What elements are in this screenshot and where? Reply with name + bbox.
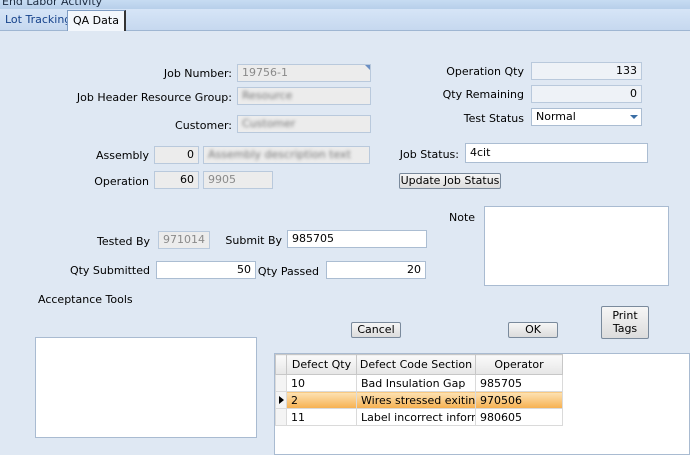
- job-number-value: 19756-1: [242, 66, 288, 79]
- cancel-button[interactable]: Cancel: [351, 322, 401, 338]
- operator-cell[interactable]: 980605: [475, 408, 563, 426]
- dropdown-corner-icon: [365, 65, 370, 70]
- defect-qty-cell[interactable]: 2: [286, 391, 357, 409]
- ok-button[interactable]: OK: [508, 322, 558, 338]
- operation-code-field: 9905: [203, 171, 273, 189]
- tested-by-label: Tested By: [97, 235, 150, 248]
- table-row[interactable]: 2 Wires stressed exiting 970506: [275, 391, 563, 409]
- qty-remaining-field: 0: [531, 85, 642, 103]
- assembly-description-value: Assembly description text: [208, 148, 351, 161]
- qty-passed-label: Qty Passed: [257, 265, 319, 278]
- qty-remaining-label: Qty Remaining: [442, 88, 524, 101]
- acceptance-tools-list[interactable]: [35, 337, 257, 438]
- column-header-defect-code-section[interactable]: Defect Code Section: [356, 354, 476, 375]
- tab-qa-data[interactable]: QA Data: [67, 10, 126, 31]
- job-status-input[interactable]: 4cit: [465, 143, 648, 163]
- test-status-label: Test Status: [463, 112, 524, 125]
- defect-code-cell[interactable]: Wires stressed exiting: [356, 391, 476, 409]
- row-selector-header: [275, 354, 287, 375]
- tested-by-field: 971014: [158, 231, 210, 249]
- customer-value: Customer: [242, 117, 296, 130]
- update-job-status-button[interactable]: Update Job Status: [399, 173, 501, 189]
- job-number-field[interactable]: 19756-1: [237, 64, 371, 82]
- defect-qty-cell[interactable]: 11: [286, 408, 357, 426]
- table-row[interactable]: 11 Label incorrect informati 980605: [275, 408, 563, 426]
- qty-submitted-input[interactable]: 50: [156, 261, 256, 279]
- test-status-value: Normal: [536, 110, 576, 123]
- operation-qty-label: Operation Qty: [446, 65, 524, 78]
- note-textarea[interactable]: [484, 206, 669, 286]
- job-header-resource-group-value: Resource: [242, 89, 293, 102]
- customer-label: Customer:: [175, 119, 232, 132]
- operation-qty-field: 133: [531, 62, 642, 80]
- table-row[interactable]: 10 Bad Insulation Gap 985705: [275, 374, 563, 392]
- job-number-label: Job Number:: [163, 67, 232, 80]
- operation-label: Operation: [94, 175, 149, 188]
- job-status-label: Job Status:: [399, 148, 459, 161]
- chevron-down-icon[interactable]: [630, 115, 638, 119]
- submit-by-input[interactable]: 985705: [287, 230, 427, 248]
- submit-by-label: Submit By: [225, 234, 282, 247]
- operation-seq-field: 60: [154, 171, 199, 189]
- row-selector[interactable]: [275, 374, 287, 392]
- job-header-resource-group-label: Job Header Resource Group:: [76, 91, 232, 104]
- row-selector[interactable]: [275, 408, 287, 426]
- print-tags-label-line2: Tags: [612, 322, 638, 335]
- operator-cell[interactable]: 970506: [475, 391, 563, 409]
- column-header-operator[interactable]: Operator: [475, 354, 563, 375]
- row-selector[interactable]: [275, 391, 287, 409]
- assembly-seq-field: 0: [154, 146, 199, 164]
- assembly-description-field: Assembly description text: [203, 146, 370, 164]
- column-header-defect-qty[interactable]: Defect Qty: [286, 354, 357, 375]
- tab-lot-tracking[interactable]: Lot Tracking: [0, 10, 78, 29]
- note-label: Note: [449, 211, 476, 224]
- print-tags-button[interactable]: Print Tags: [601, 306, 649, 339]
- job-header-resource-group-field: Resource: [237, 87, 371, 105]
- acceptance-tools-label: Acceptance Tools: [38, 293, 133, 306]
- print-tags-label-line1: Print: [612, 309, 638, 322]
- window-title: End Labor Activity: [2, 0, 103, 8]
- defect-qty-cell[interactable]: 10: [286, 374, 357, 392]
- assembly-label: Assembly: [95, 149, 149, 162]
- qty-submitted-label: Qty Submitted: [69, 264, 150, 277]
- customer-field: Customer: [237, 115, 371, 133]
- defect-code-cell[interactable]: Label incorrect informati: [356, 408, 476, 426]
- test-status-dropdown[interactable]: Normal: [531, 108, 642, 126]
- defect-code-cell[interactable]: Bad Insulation Gap: [356, 374, 476, 392]
- defects-grid[interactable]: Defect Qty Defect Code Section Operator …: [274, 353, 690, 455]
- tab-strip: Lot Tracking QA Data: [0, 9, 690, 31]
- qty-passed-input[interactable]: 20: [326, 261, 426, 279]
- operator-cell[interactable]: 985705: [475, 374, 563, 392]
- current-row-arrow-icon: [278, 395, 284, 404]
